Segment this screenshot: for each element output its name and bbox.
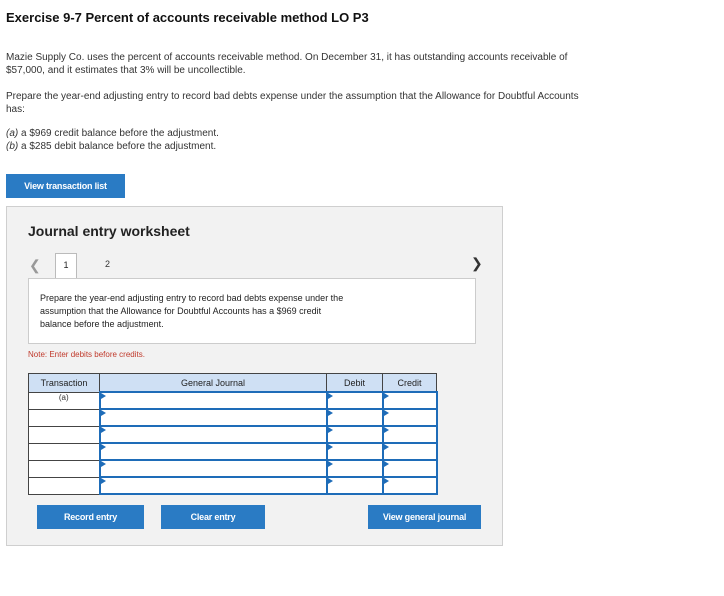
credit-input[interactable]	[381, 476, 438, 495]
dropdown-marker-icon	[383, 461, 389, 467]
column-header-transaction: Transaction	[28, 373, 100, 393]
worksheet-instruction-line: balance before the adjustment.	[40, 319, 164, 329]
problem-statement: Mazie Supply Co. uses the percent of acc…	[6, 51, 706, 77]
instruction-line: Prepare the year-end adjusting entry to …	[6, 91, 579, 102]
table-row	[28, 408, 438, 427]
account-select[interactable]	[98, 391, 328, 410]
account-select[interactable]	[98, 408, 328, 427]
debit-input[interactable]	[325, 459, 384, 478]
debit-credit-note: Note: Enter debits before credits.	[28, 350, 145, 359]
option-b: (b) a $285 debit balance before the adju…	[6, 140, 706, 153]
problem-line: $57,000, and it estimates that 3% will b…	[6, 65, 246, 76]
transaction-cell	[28, 442, 100, 461]
debit-input[interactable]	[325, 442, 384, 461]
transaction-cell	[28, 459, 100, 478]
worksheet-instruction-box: Prepare the year-end adjusting entry to …	[28, 278, 476, 344]
worksheet-instruction-line: Prepare the year-end adjusting entry to …	[40, 293, 344, 303]
tab-2[interactable]: 2	[105, 259, 110, 269]
dropdown-marker-icon	[327, 410, 333, 416]
dropdown-marker-icon	[100, 410, 106, 416]
chevron-left-icon[interactable]: ❮	[29, 257, 41, 274]
debit-input[interactable]	[325, 425, 384, 444]
table-row	[28, 425, 438, 444]
dropdown-marker-icon	[383, 393, 389, 399]
column-header-general-journal: General Journal	[99, 373, 327, 393]
worksheet-instruction-line: assumption that the Allowance for Doubtf…	[40, 306, 322, 316]
account-select[interactable]	[98, 442, 328, 461]
worksheet-title: Journal entry worksheet	[28, 223, 190, 239]
problem-line: Mazie Supply Co. uses the percent of acc…	[6, 52, 568, 63]
problem-options: (a) a $969 credit balance before the adj…	[6, 127, 706, 153]
credit-input[interactable]	[381, 408, 438, 427]
dropdown-marker-icon	[327, 461, 333, 467]
dropdown-marker-icon	[383, 410, 389, 416]
debit-input[interactable]	[325, 408, 384, 427]
account-select[interactable]	[98, 459, 328, 478]
table-row	[28, 459, 438, 478]
debit-input[interactable]	[325, 476, 384, 495]
problem-instructions: Prepare the year-end adjusting entry to …	[6, 90, 706, 116]
credit-input[interactable]	[381, 459, 438, 478]
view-general-journal-button[interactable]: View general journal	[368, 505, 481, 529]
instruction-line: has:	[6, 104, 25, 115]
transaction-cell	[28, 408, 100, 427]
column-header-debit: Debit	[326, 373, 383, 393]
journal-table-body: (a)	[28, 391, 438, 495]
dropdown-marker-icon	[100, 444, 106, 450]
transaction-cell	[28, 425, 100, 444]
credit-input[interactable]	[381, 391, 438, 410]
transaction-cell: (a)	[28, 391, 100, 410]
chevron-right-icon[interactable]: ❯	[471, 255, 483, 272]
dropdown-marker-icon	[327, 427, 333, 433]
record-entry-button[interactable]: Record entry	[37, 505, 144, 529]
credit-input[interactable]	[381, 442, 438, 461]
dropdown-marker-icon	[100, 478, 106, 484]
table-row: (a)	[28, 391, 438, 410]
view-transaction-list-button[interactable]: View transaction list	[6, 174, 125, 198]
option-a-text: a $969 credit balance before the adjustm…	[18, 128, 219, 139]
clear-entry-button[interactable]: Clear entry	[161, 505, 265, 529]
option-a-label: (a)	[6, 128, 19, 139]
credit-input[interactable]	[381, 425, 438, 444]
dropdown-marker-icon	[383, 478, 389, 484]
account-select[interactable]	[98, 425, 328, 444]
dropdown-marker-icon	[100, 427, 106, 433]
dropdown-marker-icon	[327, 478, 333, 484]
table-row	[28, 442, 438, 461]
dropdown-marker-icon	[383, 444, 389, 450]
dropdown-marker-icon	[327, 444, 333, 450]
account-select[interactable]	[98, 476, 328, 495]
transaction-cell	[28, 476, 100, 495]
option-b-label: (b)	[6, 141, 19, 152]
dropdown-marker-icon	[383, 427, 389, 433]
debit-input[interactable]	[325, 391, 384, 410]
page-title: Exercise 9-7 Percent of accounts receiva…	[6, 10, 369, 25]
option-b-text: a $285 debit balance before the adjustme…	[18, 141, 217, 152]
option-a: (a) a $969 credit balance before the adj…	[6, 127, 706, 140]
dropdown-marker-icon	[100, 393, 106, 399]
journal-table: Transaction General Journal Debit Credit…	[28, 373, 438, 495]
tab-1[interactable]: 1	[55, 253, 77, 279]
table-row	[28, 476, 438, 495]
dropdown-marker-icon	[100, 461, 106, 467]
column-header-credit: Credit	[382, 373, 437, 393]
journal-entry-worksheet: Journal entry worksheet ❮ 1 2 ❯ Prepare …	[6, 206, 503, 546]
dropdown-marker-icon	[327, 393, 333, 399]
